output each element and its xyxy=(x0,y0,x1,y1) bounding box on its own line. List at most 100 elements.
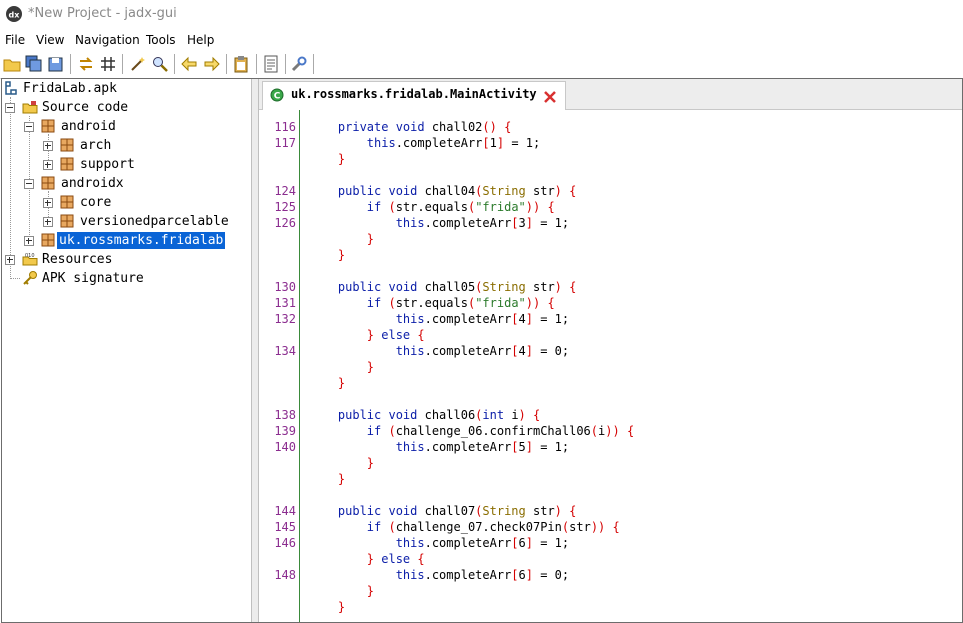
code-token: = 1; xyxy=(533,440,570,454)
back-icon[interactable] xyxy=(180,55,198,73)
line-number: 144 xyxy=(274,504,296,518)
code-line: } xyxy=(309,583,374,599)
tree-label: Resources xyxy=(42,252,113,267)
line-number: 134 xyxy=(274,344,296,358)
expand-toggle-icon[interactable] xyxy=(43,217,53,227)
expand-toggle-icon[interactable] xyxy=(43,160,53,170)
code-token: public void xyxy=(309,184,425,198)
code-token: ( xyxy=(388,424,396,438)
code-token: ] xyxy=(525,440,533,454)
line-number: 131 xyxy=(274,296,296,310)
code-token: ( xyxy=(590,424,599,438)
expand-toggle-icon[interactable] xyxy=(43,141,53,151)
collapse-toggle-icon[interactable] xyxy=(24,179,34,189)
line-number: 130 xyxy=(274,280,296,294)
code-line: public void chall05(String str) { xyxy=(309,279,576,295)
tab-label: uk.rossmarks.fridalab.MainActivity xyxy=(291,87,537,101)
line-number: 126 xyxy=(274,216,296,230)
toolbar-separator xyxy=(174,54,175,74)
code-token: } xyxy=(309,152,346,166)
tree-label: arch xyxy=(80,138,112,153)
code-token: { xyxy=(417,328,425,342)
code-line: } xyxy=(309,359,374,375)
menu-help[interactable]: Help xyxy=(187,33,214,47)
flatten-icon[interactable] xyxy=(99,55,117,73)
code-token: chall02 xyxy=(431,120,483,134)
code-line: this.completeArr[5] = 1; xyxy=(309,439,569,455)
clipboard-icon[interactable] xyxy=(232,55,250,73)
tree-label: Source code xyxy=(42,100,129,115)
code-line: } else { xyxy=(309,551,425,567)
code-token: = 1; xyxy=(533,216,570,230)
code-token: 6 xyxy=(518,568,526,582)
code-token: .completeArr xyxy=(424,312,512,326)
tab-mainactivity[interactable]: C uk.rossmarks.fridalab.MainActivity xyxy=(262,81,566,110)
export-icon[interactable] xyxy=(47,55,65,73)
code-token: chall06 xyxy=(424,408,476,422)
tree-label: FridaLab.apk xyxy=(23,81,117,96)
toolbar-separator xyxy=(256,54,257,74)
code-token: .completeArr xyxy=(424,440,512,454)
code-token: )) { xyxy=(605,424,635,438)
code-token: private void xyxy=(309,120,432,134)
code-line: this.completeArr[4] = 0; xyxy=(309,343,569,359)
package-icon xyxy=(41,176,55,190)
code-token: "frida" xyxy=(475,296,526,310)
code-token: String xyxy=(482,184,526,198)
settings-icon[interactable] xyxy=(290,55,308,73)
split-pane-divider[interactable] xyxy=(252,79,259,622)
menu-tools[interactable]: Tools xyxy=(146,33,176,47)
code-token: this xyxy=(309,568,425,582)
code-token: chall04 xyxy=(424,184,476,198)
toolbar-separator xyxy=(226,54,227,74)
code-token: ) { xyxy=(554,280,577,294)
code-token: String xyxy=(482,504,526,518)
toolbar xyxy=(0,50,963,79)
package-icon xyxy=(60,157,74,171)
sync-icon[interactable] xyxy=(77,55,95,73)
code-token: .completeArr xyxy=(424,536,512,550)
code-token: [ xyxy=(511,344,519,358)
code-token: () { xyxy=(482,120,512,134)
forward-icon[interactable] xyxy=(203,55,221,73)
toolbar-separator xyxy=(285,54,286,74)
tree-label: versionedparcelable xyxy=(80,214,229,229)
code-token: if xyxy=(309,200,389,214)
code-token: .completeArr xyxy=(424,216,512,230)
menu-navigation[interactable]: Navigation xyxy=(75,33,140,47)
open-folder-icon[interactable] xyxy=(3,55,21,73)
code-line: public void chall07(String str) { xyxy=(309,503,576,519)
code-token: this xyxy=(309,136,396,150)
collapse-toggle-icon[interactable] xyxy=(5,103,15,113)
tree-label: APK signature xyxy=(42,271,144,286)
code-token: str xyxy=(525,504,555,518)
code-token: 4 xyxy=(518,312,526,326)
window-title: *New Project - jadx-gui xyxy=(28,6,177,21)
collapse-toggle-icon[interactable] xyxy=(24,122,34,132)
code-token: str xyxy=(569,520,591,534)
search-icon[interactable] xyxy=(151,55,169,73)
log-icon[interactable] xyxy=(262,55,280,73)
menu-file[interactable]: File xyxy=(5,33,25,47)
code-editor[interactable]: 116 117 124 125 126 130 131 132 134 138 139 140 144 1… xyxy=(259,110,962,622)
code-token: challenge_07.check07Pin xyxy=(395,520,562,534)
editor-panel: C uk.rossmarks.fridalab.MainActivity 116… xyxy=(259,79,962,622)
code-token: = 1; xyxy=(533,312,570,326)
save-all-icon[interactable] xyxy=(25,55,43,73)
wand-icon[interactable] xyxy=(129,55,147,73)
code-line: if (challenge_07.check07Pin(str)) { xyxy=(309,519,620,535)
expand-toggle-icon[interactable] xyxy=(43,198,53,208)
code-token: this xyxy=(309,344,425,358)
close-icon[interactable] xyxy=(543,90,557,104)
menu-view[interactable]: View xyxy=(36,33,64,47)
code-token: if xyxy=(309,424,389,438)
code-token: ] xyxy=(525,568,533,582)
expand-toggle-icon[interactable] xyxy=(24,236,34,246)
main-frame: FridaLab.apk Source code android arch su… xyxy=(1,78,963,623)
code-token: .completeArr xyxy=(424,344,512,358)
expand-toggle-icon[interactable] xyxy=(5,255,15,265)
code-token: this xyxy=(309,312,425,326)
code-line: public void chall04(String str) { xyxy=(309,183,576,199)
code-token: } xyxy=(309,328,382,342)
line-number: 116 xyxy=(274,120,296,134)
